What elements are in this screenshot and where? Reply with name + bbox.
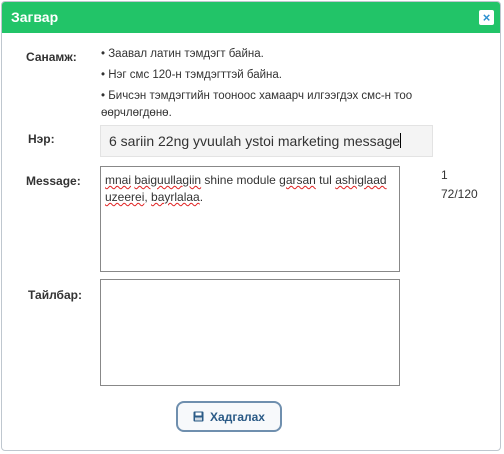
message-text-part: ashiglaad — [335, 173, 387, 187]
save-button-label: Хадгалах — [210, 409, 265, 424]
note-item: • Нэг смс 120-н тэмдэгттэй байна. — [101, 69, 282, 81]
description-label: Тайлбар: — [28, 288, 82, 302]
save-button[interactable]: Хадгалах — [176, 401, 282, 432]
dialog-title: Загвар — [11, 9, 59, 25]
message-text-part: . — [199, 190, 204, 204]
name-label: Нэр: — [28, 132, 55, 146]
note-item: • Бичсэн тэмдэгтийн тооноос хамаарч илгэ… — [101, 90, 413, 119]
dialog-titlebar: Загвар × — [2, 2, 500, 33]
message-text-part: uzeerei — [105, 190, 145, 204]
message-text-part: garsan — [279, 173, 316, 187]
message-text-part: bayrlalaa — [151, 190, 200, 204]
message-text-part: shine module — [201, 173, 280, 187]
text-caret — [400, 133, 402, 148]
sms-count: 1 — [441, 168, 448, 182]
close-icon: × — [482, 10, 491, 25]
save-icon — [193, 411, 204, 422]
char-count: 72/120 — [441, 187, 478, 201]
name-input-value: 6 sariin 22ng yvuulah ystoi marketing me… — [109, 133, 401, 149]
name-input[interactable]: 6 sariin 22ng yvuulah ystoi marketing me… — [100, 125, 433, 157]
notes-list: • Заавал латин тэмдэгт байна. • Нэг смс … — [101, 44, 446, 122]
close-button[interactable]: × — [479, 10, 494, 25]
message-textarea[interactable]: mnai baiguullagiin shine module garsan t… — [100, 166, 400, 272]
message-label: Message: — [26, 174, 81, 188]
note-label: Санамж: — [26, 50, 77, 64]
message-text-part: mnai — [105, 173, 132, 187]
character-counter: 1 72/120 — [441, 166, 478, 204]
note-item: • Заавал латин тэмдэгт байна. — [101, 48, 264, 60]
description-textarea[interactable] — [100, 279, 400, 386]
message-text-part: tul — [315, 173, 336, 187]
message-text-part: baiguullagiin — [134, 173, 202, 187]
